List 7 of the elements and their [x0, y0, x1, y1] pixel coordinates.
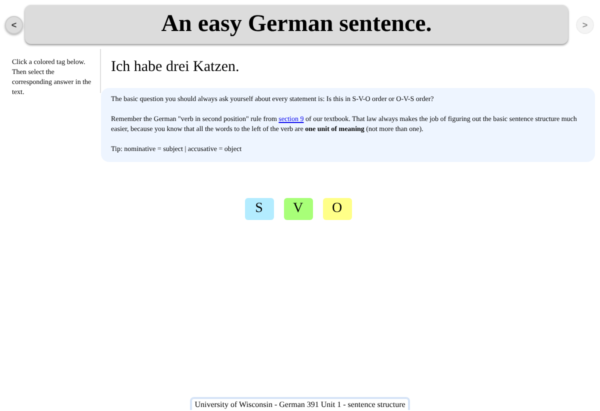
- footer-text: University of Wisconsin - German 391 Unit 1 - sentence structure: [190, 397, 410, 410]
- page-title: An easy German sentence.: [25, 5, 568, 44]
- tag-button[interactable]: S: [244, 198, 274, 220]
- previous-button[interactable]: <: [5, 16, 23, 34]
- tag-button[interactable]: V: [284, 198, 312, 220]
- german-sentence: Ich habe drei Katzen.: [111, 59, 240, 76]
- tag-button[interactable]: O: [322, 198, 352, 220]
